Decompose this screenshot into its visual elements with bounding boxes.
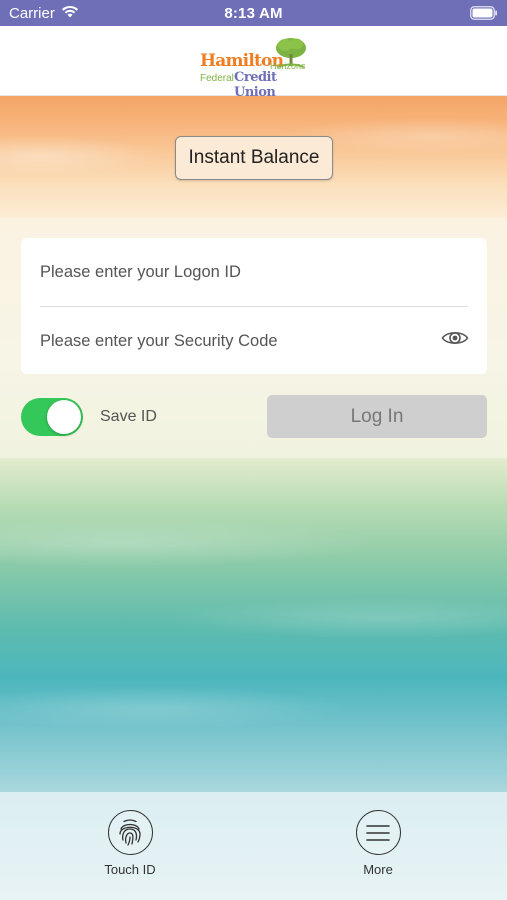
show-password-eye-icon[interactable] bbox=[441, 328, 469, 353]
field-divider bbox=[40, 306, 468, 307]
save-id-label: Save ID bbox=[100, 408, 157, 425]
battery-icon bbox=[470, 6, 498, 24]
tab-more[interactable]: More bbox=[328, 810, 428, 877]
login-button[interactable]: Log In bbox=[267, 395, 487, 438]
tab-touch-id[interactable]: Touch ID bbox=[80, 810, 180, 877]
fingerprint-icon bbox=[107, 810, 153, 855]
ocean-background bbox=[0, 458, 507, 792]
tab-touch-id-label: Touch ID bbox=[104, 862, 156, 877]
security-code-input[interactable]: Please enter your Security Code bbox=[40, 332, 278, 351]
clock: 8:13 AM bbox=[224, 5, 283, 22]
bottom-tab-bar: Touch ID More bbox=[0, 792, 507, 900]
login-card: Please enter your Logon ID Please enter … bbox=[21, 238, 487, 374]
instant-balance-button[interactable]: Instant Balance bbox=[175, 136, 333, 180]
menu-icon bbox=[355, 810, 401, 855]
credit-union-logo: Hamilton Horizons Federal Credit Union bbox=[198, 37, 310, 100]
status-bar: Carrier 8:13 AM bbox=[0, 0, 507, 26]
app-header: Hamilton Horizons Federal Credit Union bbox=[0, 26, 507, 100]
logo-text-federal: Federal bbox=[200, 73, 234, 84]
logon-id-input[interactable]: Please enter your Logon ID bbox=[40, 263, 241, 282]
save-id-toggle[interactable] bbox=[21, 398, 83, 436]
toggle-knob bbox=[47, 400, 81, 434]
tab-more-label: More bbox=[363, 862, 393, 877]
